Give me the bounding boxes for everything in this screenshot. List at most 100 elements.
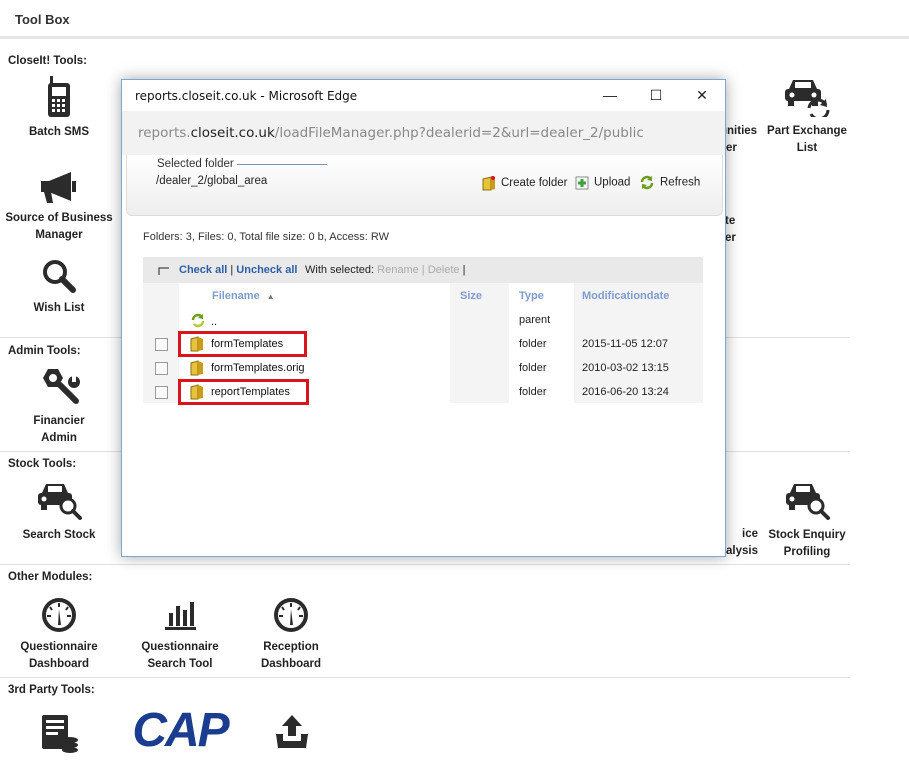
- file-modification-date: 2016-06-20 13:24: [582, 386, 669, 398]
- close-button[interactable]: ✕: [679, 80, 725, 111]
- edge-popup-window[interactable]: reports.closeit.co.uk - Microsoft Edge —…: [121, 79, 726, 557]
- refresh-label: Refresh: [660, 176, 701, 189]
- maximize-button[interactable]: ☐: [633, 80, 679, 111]
- tool-opportunities-partial[interactable]: unities er: [720, 123, 765, 157]
- create-folder-icon: [482, 176, 495, 191]
- database-coins-icon: [42, 715, 78, 753]
- minimize-button[interactable]: —: [587, 80, 633, 111]
- toolbox-title: Tool Box: [15, 12, 70, 27]
- tool-upload-tray[interactable]: [270, 712, 314, 758]
- tool-finance-database[interactable]: [38, 712, 82, 760]
- separator: |: [230, 264, 234, 276]
- highlight-box: [178, 379, 309, 405]
- tool-wish-list[interactable]: Wish List: [14, 258, 104, 317]
- edge-titlebar[interactable]: reports.closeit.co.uk - Microsoft Edge —…: [122, 80, 725, 111]
- url-text[interactable]: reports.closeit.co.uk/loadFileManager.ph…: [138, 125, 644, 141]
- uncheck-all-link[interactable]: Uncheck all: [236, 264, 297, 276]
- row-checkbox[interactable]: [155, 386, 168, 399]
- tool-label: Financier Admin: [33, 415, 85, 444]
- section-other-modules: Other Modules:: [8, 571, 93, 583]
- tool-source-of-business-manager[interactable]: Source of Business Manager: [4, 170, 114, 244]
- url-domain: closeit.co.uk: [190, 125, 275, 141]
- tool-label: er: [725, 232, 736, 244]
- file-modification-date: 2015-11-05 12:07: [582, 338, 669, 350]
- url-path: /loadFileManager.php?dealerid=2&url=deal…: [274, 125, 644, 141]
- section-admin-tools: Admin Tools:: [8, 345, 81, 357]
- parent-folder-icon: [191, 313, 205, 328]
- file-type: folder: [519, 338, 547, 350]
- type-column-header[interactable]: Type: [519, 290, 544, 302]
- tool-label: te: [725, 215, 736, 227]
- tool-label: Stock Enquiry Profiling: [768, 529, 846, 558]
- modification-column-header[interactable]: Modificationdate: [582, 290, 669, 302]
- separator: |: [462, 264, 466, 276]
- filename-header-label: Filename: [212, 290, 260, 302]
- gauge-icon: [274, 598, 308, 632]
- address-bar[interactable]: reports.closeit.co.uk/loadFileManager.ph…: [122, 111, 725, 155]
- car-search-icon: [786, 484, 830, 520]
- file-name[interactable]: ..: [211, 316, 217, 328]
- bar-chart-icon: [165, 602, 196, 630]
- with-selected-label: With selected:: [305, 264, 375, 276]
- size-column-header[interactable]: Size: [460, 290, 482, 302]
- section-3rd-party-tools: 3rd Party Tools:: [8, 684, 95, 696]
- row-checkbox[interactable]: [155, 362, 168, 375]
- check-all-link[interactable]: Check all: [179, 264, 227, 276]
- car-exchange-icon: [785, 80, 830, 117]
- file-table: Filename ▲ Size Type Modificationdate ..…: [143, 283, 703, 405]
- folder-stats: Folders: 3, Files: 0, Total file size: 0…: [143, 231, 389, 243]
- tool-label: Questionnaire Search Tool: [141, 641, 219, 670]
- upload-button[interactable]: Upload: [575, 175, 630, 190]
- selected-folder-path: /dealer_2/global_area: [156, 175, 268, 187]
- row-checkbox[interactable]: [155, 338, 168, 351]
- refresh-button[interactable]: Refresh: [639, 175, 700, 190]
- tool-label: Wish List: [33, 302, 85, 314]
- tool-partial[interactable]: te er: [725, 213, 755, 247]
- upload-icon: [575, 176, 589, 190]
- rename-link[interactable]: Rename: [377, 264, 419, 276]
- create-folder-label: Create folder: [501, 177, 568, 190]
- selected-folder-label: Selected folder: [157, 158, 234, 170]
- file-name[interactable]: formTemplates.orig: [211, 362, 305, 374]
- create-folder-button[interactable]: Create folder: [482, 175, 567, 191]
- corner-arrow-icon: [158, 267, 169, 275]
- upload-tray-icon: [276, 715, 308, 748]
- tool-cap-logo[interactable]: CAP: [117, 707, 243, 755]
- file-type: folder: [519, 386, 547, 398]
- file-type: folder: [519, 362, 547, 374]
- table-row[interactable]: formTemplates.orig folder 2010-03-02 13:…: [143, 356, 703, 380]
- tool-label: Part Exchange List: [767, 125, 847, 154]
- nut-wrench-icon: [43, 369, 80, 404]
- tool-search-stock[interactable]: Search Stock: [14, 481, 104, 544]
- tool-label: Search Stock: [22, 529, 96, 541]
- divider-line: [237, 164, 327, 165]
- tool-label: Reception Dashboard: [260, 641, 322, 670]
- sort-ascending-icon: ▲: [266, 292, 275, 301]
- megaphone-icon: [41, 172, 76, 203]
- toolbox-header: Tool Box: [0, 0, 909, 39]
- tool-part-exchange-list[interactable]: Part Exchange List: [762, 77, 852, 157]
- window-title: reports.closeit.co.uk - Microsoft Edge: [135, 89, 358, 103]
- tool-label: er: [726, 142, 737, 154]
- upload-label: Upload: [594, 176, 631, 189]
- tool-stock-enquiry-profiling[interactable]: Stock Enquiry Profiling: [762, 481, 852, 561]
- tool-questionnaire-dashboard[interactable]: Questionnaire Dashboard: [8, 597, 110, 673]
- delete-link[interactable]: Delete: [428, 264, 460, 276]
- tool-label: unities: [720, 125, 758, 137]
- file-manager-toolbar: Selected folder /dealer_2/global_area Cr…: [126, 155, 723, 216]
- file-type: parent: [519, 314, 551, 326]
- tool-reception-dashboard[interactable]: Reception Dashboard: [240, 597, 342, 673]
- file-modification-date: 2010-03-02 13:15: [582, 362, 669, 374]
- tool-label: Batch SMS: [28, 126, 90, 138]
- tool-questionnaire-search-tool[interactable]: Questionnaire Search Tool: [129, 597, 231, 673]
- tool-batch-sms[interactable]: Batch SMS: [14, 76, 104, 141]
- tool-financier-admin[interactable]: Financier Admin: [14, 367, 104, 447]
- highlight-box: [178, 331, 307, 357]
- filename-column-header[interactable]: Filename ▲: [212, 290, 275, 302]
- tool-label: Source of Business Manager: [5, 212, 113, 241]
- url-prefix: reports.: [138, 125, 191, 141]
- refresh-icon: [640, 175, 654, 190]
- table-row[interactable]: .. parent: [143, 308, 703, 332]
- separator: |: [421, 264, 425, 276]
- folder-icon: [190, 360, 203, 376]
